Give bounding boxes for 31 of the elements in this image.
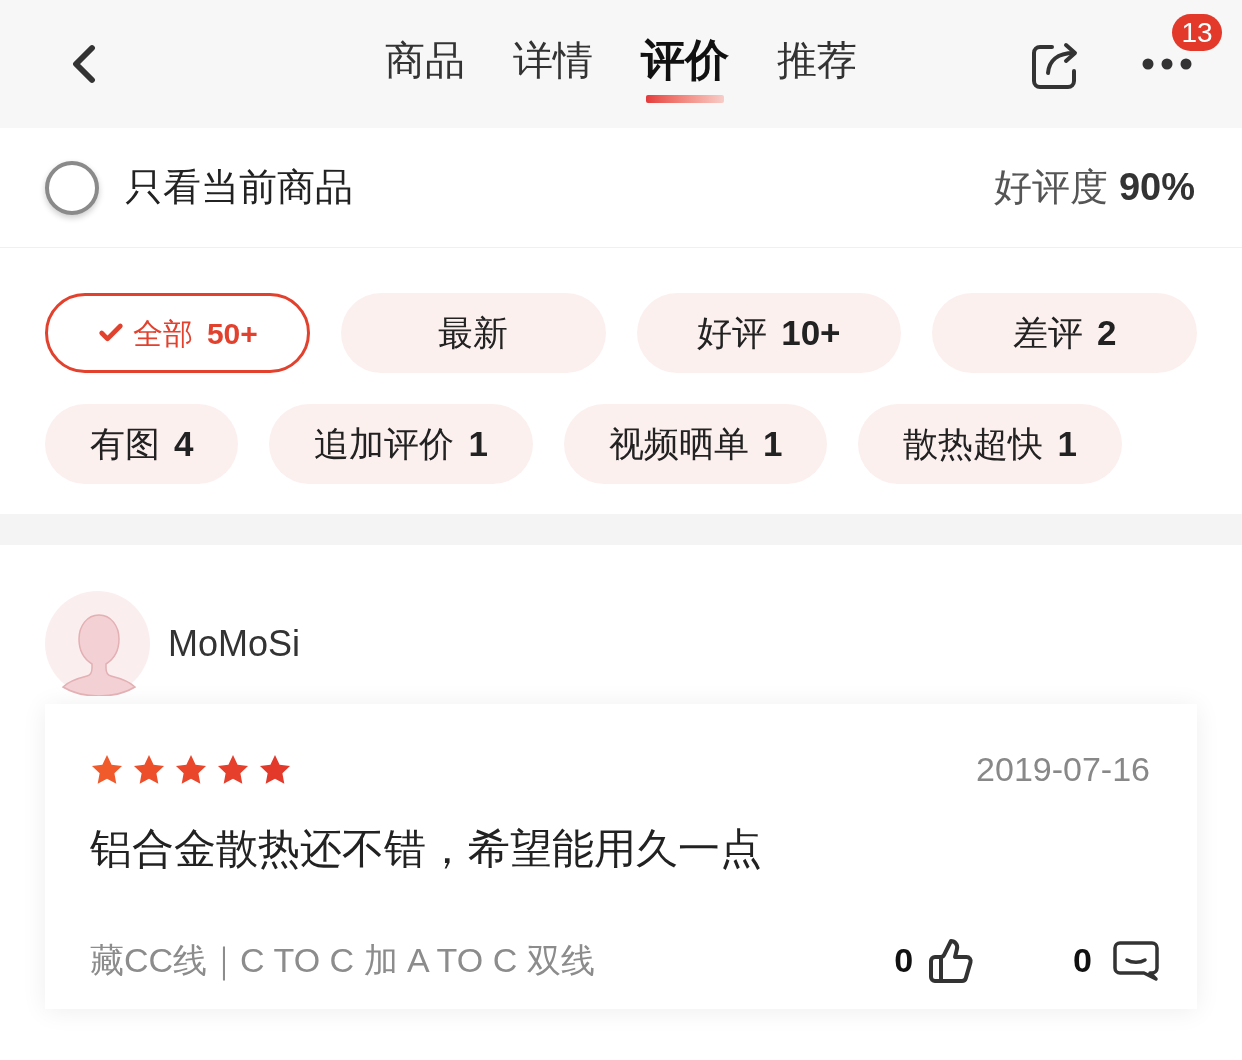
- filter-chip[interactable]: 视频晒单 1: [563, 404, 828, 484]
- user-name: MoMoSi: [168, 621, 301, 666]
- more-icon[interactable]: [1142, 58, 1192, 70]
- rating-text: 好评度 90%: [994, 165, 1195, 210]
- filter-chip[interactable]: 有图 4: [45, 404, 239, 484]
- product-spec: 藏CC线｜C TO C 加 A TO C 双线: [90, 940, 595, 983]
- comment-icon: [1112, 939, 1160, 982]
- filter-chip[interactable]: 追加评价 1: [269, 404, 533, 484]
- filter-chip[interactable]: 散热超快 1: [858, 404, 1122, 484]
- tab[interactable]: 推荐: [777, 35, 857, 85]
- tab[interactable]: 详情: [513, 35, 593, 85]
- avatar-icon: [45, 591, 150, 696]
- review-date: 2019-07-16: [976, 749, 1150, 790]
- tab[interactable]: 商品: [385, 35, 465, 85]
- thumbs-up-icon: [927, 936, 976, 985]
- star-icon: [174, 753, 208, 786]
- filter-chip[interactable]: 全部 50+: [45, 293, 310, 373]
- star-icon: [90, 753, 124, 786]
- filter-chip[interactable]: 差评 2: [932, 293, 1197, 373]
- filter-chip[interactable]: 最新: [340, 293, 606, 373]
- radio-button[interactable]: [45, 160, 99, 215]
- comment-button[interactable]: 0: [1073, 935, 1160, 986]
- filter-chip[interactable]: 好评 10+: [636, 293, 902, 373]
- like-button[interactable]: 0: [894, 935, 976, 986]
- review-text: 铝合金散热还不错，希望能用久一点: [90, 824, 763, 874]
- tab[interactable]: 评价: [641, 35, 729, 85]
- filter-label: 只看当前商品: [125, 165, 353, 210]
- notification-badge: 13: [1172, 14, 1222, 51]
- star-icon: [258, 753, 292, 786]
- star-icon: [216, 753, 250, 786]
- star-icon: [132, 753, 166, 786]
